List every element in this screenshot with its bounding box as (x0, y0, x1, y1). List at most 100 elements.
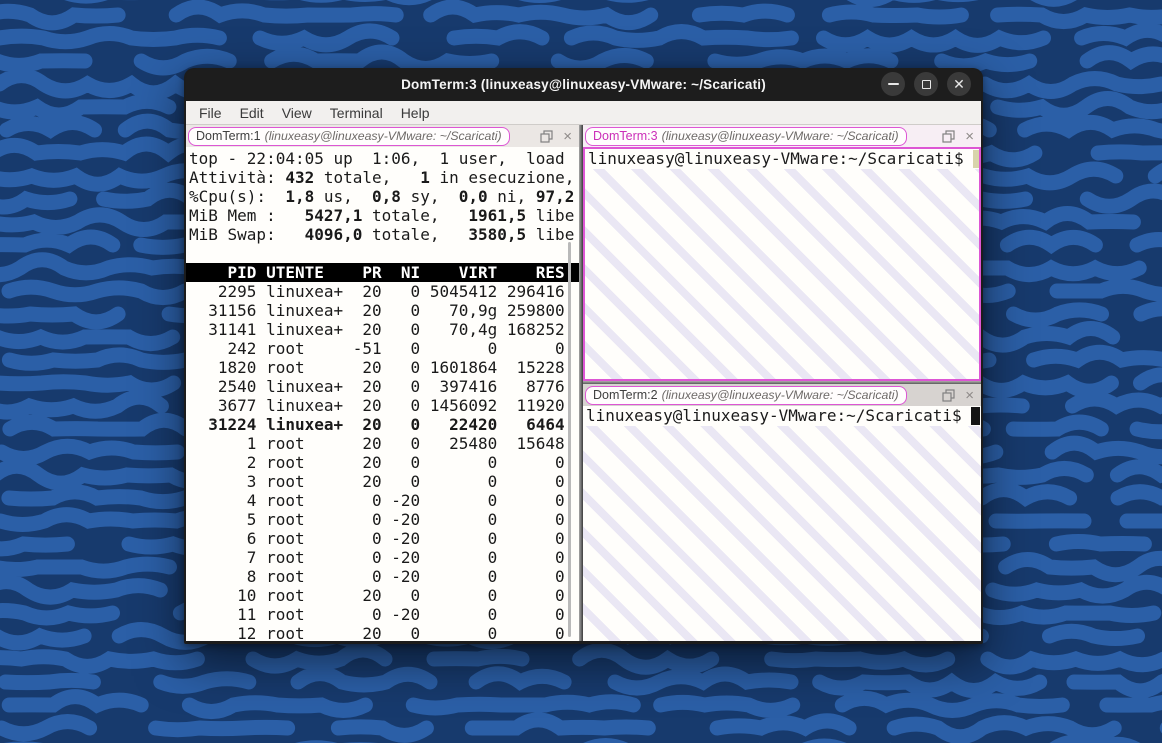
process-row: 3677 linuxea+ 20 0 1456092 11920 (186, 396, 579, 415)
text-segment: ni, (488, 187, 536, 206)
process-row: 2540 linuxea+ 20 0 397416 8776 (186, 377, 579, 396)
terminal-domterm3[interactable]: linuxeasy@linuxeasy-VMware:~/Scaricati$ (583, 147, 981, 381)
top-summary-line: MiB Swap: 4096,0 totale, 3580,5 libe (186, 225, 579, 244)
blank-line (186, 244, 579, 263)
text-segment: 1961,5 (468, 206, 526, 225)
text-segment: 0,8 (372, 187, 401, 206)
right-column: DomTerm:3 (linuxeasy@linuxeasy-VMware: ~… (583, 125, 981, 641)
text-segment: 5427,1 (305, 206, 363, 225)
tab-domterm1-title: DomTerm:1 (196, 129, 261, 143)
process-row: 7 root 0 -20 0 0 (186, 548, 579, 567)
close-icon: ✕ (953, 77, 965, 91)
terminal-domterm2[interactable]: linuxeasy@linuxeasy-VMware:~/Scaricati$ (583, 406, 981, 641)
close-pane-icon[interactable]: × (561, 130, 574, 143)
text-segment: us, (314, 187, 372, 206)
text-segment: libe (526, 206, 574, 225)
menu-item[interactable]: File (190, 103, 231, 123)
text-segment: totale, (362, 225, 468, 244)
tab-domterm1[interactable]: DomTerm:1 (linuxeasy@linuxeasy-VMware: ~… (188, 127, 510, 146)
maximize-button[interactable] (914, 72, 938, 96)
text-segment: MiB Mem : (189, 206, 305, 225)
unused-area-stripes (583, 426, 981, 641)
text-segment: top - 22:04:05 up 1:06, 1 user, load (189, 149, 565, 168)
shell-prompt-line: linuxeasy@linuxeasy-VMware:~/Scaricati$ (583, 406, 981, 425)
process-row: 5 root 0 -20 0 0 (186, 510, 579, 529)
minimize-button[interactable] (881, 72, 905, 96)
process-row: 4 root 0 -20 0 0 (186, 491, 579, 510)
top-summary: top - 22:04:05 up 1:06, 1 user, loadAtti… (186, 149, 579, 244)
minimize-icon (888, 83, 899, 85)
text-segment: 97,2 (536, 187, 575, 206)
unused-area-stripes (585, 169, 979, 379)
process-row: 1 root 20 0 25480 15648 (186, 434, 579, 453)
pane-domterm3: DomTerm:3 (linuxeasy@linuxeasy-VMware: ~… (583, 125, 981, 381)
scrollbar-thumb[interactable] (568, 242, 571, 637)
window-controls: ✕ (881, 72, 971, 96)
close-button[interactable]: ✕ (947, 72, 971, 96)
detach-pane-icon[interactable] (942, 130, 955, 143)
text-segment: %Cpu(s): (189, 187, 285, 206)
shell-prompt: linuxeasy@linuxeasy-VMware:~/Scaricati$ (588, 149, 973, 168)
process-row: 2 root 20 0 0 0 (186, 453, 579, 472)
top-table-header: PID UTENTE PR NI VIRT RES (186, 263, 579, 282)
pane-domterm2: DomTerm:2 (linuxeasy@linuxeasy-VMware: ~… (583, 384, 981, 641)
process-row: 8 root 0 -20 0 0 (186, 567, 579, 586)
pane-domterm1-tabbar: DomTerm:1 (linuxeasy@linuxeasy-VMware: ~… (186, 125, 579, 147)
text-segment: Attività: (189, 168, 285, 187)
panes-container: DomTerm:1 (linuxeasy@linuxeasy-VMware: ~… (186, 125, 981, 641)
pane-domterm2-tabbar: DomTerm:2 (linuxeasy@linuxeasy-VMware: ~… (583, 384, 981, 406)
process-row: 12 root 20 0 0 0 (186, 624, 579, 641)
tab-domterm2[interactable]: DomTerm:2 (linuxeasy@linuxeasy-VMware: ~… (585, 386, 907, 405)
pane-domterm1: DomTerm:1 (linuxeasy@linuxeasy-VMware: ~… (186, 125, 579, 641)
tab-domterm3-detail: (linuxeasy@linuxeasy-VMware: ~/Scaricati… (662, 129, 899, 143)
text-segment: libe (526, 225, 574, 244)
shell-prompt-line: linuxeasy@linuxeasy-VMware:~/Scaricati$ (585, 149, 979, 168)
tab-domterm3-title: DomTerm:3 (593, 129, 658, 143)
close-pane-icon[interactable]: × (963, 389, 976, 402)
process-row: 2295 linuxea+ 20 0 5045412 296416 (186, 282, 579, 301)
domterm-window: DomTerm:3 (linuxeasy@linuxeasy-VMware: ~… (184, 68, 983, 644)
process-row: 31156 linuxea+ 20 0 70,9g 259800 (186, 301, 579, 320)
process-row: 31224 linuxea+ 20 0 22420 6464 (186, 415, 579, 434)
menu-item[interactable]: Help (392, 103, 439, 123)
process-row: 3 root 20 0 0 0 (186, 472, 579, 491)
text-segment: totale, (314, 168, 420, 187)
pane-domterm3-tabbar: DomTerm:3 (linuxeasy@linuxeasy-VMware: ~… (583, 125, 981, 147)
process-row: 10 root 20 0 0 0 (186, 586, 579, 605)
text-segment: 4096,0 (305, 225, 363, 244)
process-row: 242 root -51 0 0 0 (186, 339, 579, 358)
menu-bar: FileEditViewTerminalHelp (186, 101, 981, 125)
detach-pane-icon[interactable] (942, 389, 955, 402)
tab-domterm3[interactable]: DomTerm:3 (linuxeasy@linuxeasy-VMware: ~… (585, 127, 907, 146)
text-segment: 3580,5 (468, 225, 526, 244)
terminal-cursor-inactive (973, 150, 981, 168)
text-segment: MiB Swap: (189, 225, 305, 244)
top-summary-line: top - 22:04:05 up 1:06, 1 user, load (186, 149, 579, 168)
menu-item[interactable]: Edit (231, 103, 273, 123)
menu-item[interactable]: View (273, 103, 321, 123)
text-segment: in esecuzione, (430, 168, 575, 187)
top-summary-line: %Cpu(s): 1,8 us, 0,8 sy, 0,0 ni, 97,2 (186, 187, 579, 206)
text-segment: sy, (401, 187, 459, 206)
process-row: 6 root 0 -20 0 0 (186, 529, 579, 548)
tab-domterm2-title: DomTerm:2 (593, 388, 658, 402)
text-segment: 1 (420, 168, 430, 187)
text-segment: 432 (285, 168, 314, 187)
maximize-icon (922, 80, 931, 89)
process-row: 31141 linuxea+ 20 0 70,4g 168252 (186, 320, 579, 339)
terminal-cursor-active (971, 407, 980, 425)
text-segment: 1,8 (285, 187, 314, 206)
window-titlebar[interactable]: DomTerm:3 (linuxeasy@linuxeasy-VMware: ~… (186, 68, 981, 101)
tab-domterm1-detail: (linuxeasy@linuxeasy-VMware: ~/Scaricati… (265, 129, 502, 143)
text-segment: totale, (362, 206, 468, 225)
detach-pane-icon[interactable] (540, 130, 553, 143)
terminal-domterm1[interactable]: top - 22:04:05 up 1:06, 1 user, loadAtti… (186, 147, 579, 641)
menu-item[interactable]: Terminal (321, 103, 392, 123)
text-segment: 0,0 (459, 187, 488, 206)
top-summary-line: Attività: 432 totale, 1 in esecuzione, (186, 168, 579, 187)
close-pane-icon[interactable]: × (963, 130, 976, 143)
process-row: 1820 root 20 0 1601864 15228 (186, 358, 579, 377)
top-summary-line: MiB Mem : 5427,1 totale, 1961,5 libe (186, 206, 579, 225)
tab-domterm2-detail: (linuxeasy@linuxeasy-VMware: ~/Scaricati… (662, 388, 899, 402)
process-row: 11 root 0 -20 0 0 (186, 605, 579, 624)
